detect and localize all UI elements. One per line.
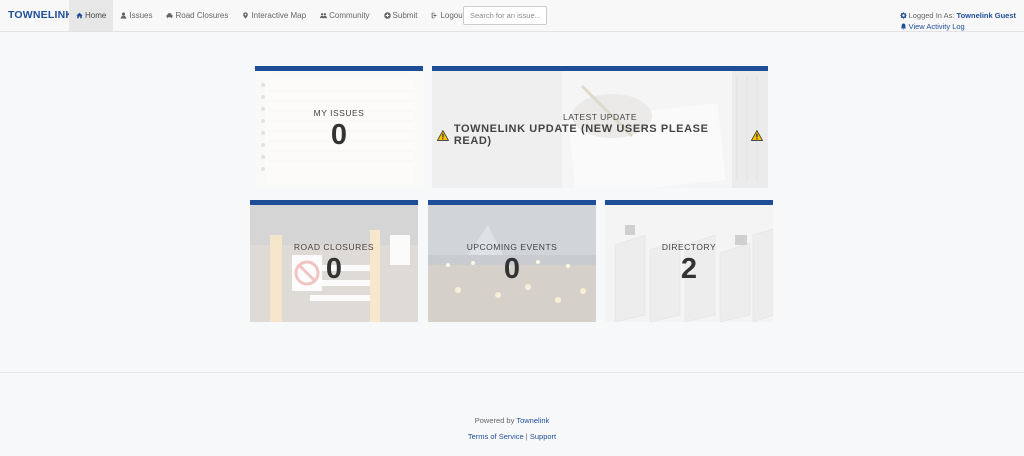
nav-submit-label: Submit [392, 11, 418, 20]
car-icon [166, 13, 173, 19]
directory-card[interactable]: DIRECTORY 2 [605, 200, 773, 322]
nav-interactive-map-label: Interactive Map [251, 11, 307, 20]
logged-in-prefix: Logged In As: [908, 11, 955, 20]
latest-update-headline[interactable]: TOWNELINK UPDATE (NEW USERS PLEASE READ) [432, 123, 768, 147]
road-closures-label: ROAD CLOSURES [293, 241, 375, 252]
users-icon [320, 13, 328, 19]
upcoming-events-count: 0 [503, 252, 521, 285]
powered-by-prefix: Powered by [474, 416, 517, 425]
road-closures-count: 0 [325, 252, 343, 285]
logged-in-row: Logged In As: Townelink Guest [899, 10, 1016, 21]
plus-circle-icon [383, 12, 391, 19]
support-link[interactable]: Support [530, 432, 556, 441]
my-issues-label: MY ISSUES [313, 107, 365, 118]
main-nav: Home Issues Road Closures Interactive Ma… [69, 0, 472, 31]
nav-logout-label: Logout [440, 11, 465, 20]
latest-update-headline-text: TOWNELINK UPDATE (NEW USERS PLEASE READ) [453, 123, 709, 147]
terms-link[interactable]: Terms of Service [468, 432, 524, 441]
search-input[interactable] [463, 6, 547, 25]
activity-log-link[interactable]: View Activity Log [900, 21, 1016, 32]
warning-icon [751, 129, 763, 141]
nav-road-closures-label: Road Closures [175, 11, 229, 20]
upcoming-events-label: UPCOMING EVENTS [466, 241, 558, 252]
latest-update-card[interactable]: LATEST UPDATE TOWNELINK UPDATE (NEW USER… [432, 66, 768, 188]
brand-logo[interactable]: TOWNELINK [8, 9, 73, 21]
nav-interactive-map[interactable]: Interactive Map [235, 0, 313, 31]
upcoming-events-card[interactable]: UPCOMING EVENTS 0 [428, 200, 596, 322]
warning-icon [437, 129, 449, 141]
user-name[interactable]: Townelink Guest [957, 10, 1016, 21]
directory-label: DIRECTORY [661, 241, 717, 252]
map-marker-icon [243, 12, 249, 19]
latest-update-label: LATEST UPDATE [562, 112, 638, 122]
bell-icon [900, 23, 906, 30]
footer-links: Terms of Service | Support [0, 432, 1024, 441]
nav-issues-label: Issues [129, 11, 153, 20]
activity-log-label: View Activity Log [908, 22, 965, 31]
user-icon [121, 12, 127, 19]
nav-community[interactable]: Community [313, 0, 376, 31]
nav-issues[interactable]: Issues [113, 0, 159, 31]
powered-by: Powered by Townelink [0, 416, 1024, 425]
top-navbar: TOWNELINK Home Issues Road Closures Inte… [0, 0, 1024, 32]
home-icon [76, 12, 83, 19]
nav-home-label: Home [85, 11, 107, 20]
footer-divider [0, 372, 1024, 373]
nav-home[interactable]: Home [69, 0, 114, 31]
nav-submit[interactable]: Submit [377, 0, 425, 31]
nav-road-closures[interactable]: Road Closures [159, 0, 235, 31]
nav-community-label: Community [329, 11, 370, 20]
powered-by-link[interactable]: Townelink [516, 416, 549, 425]
sign-out-icon [432, 12, 438, 19]
my-issues-card[interactable]: MY ISSUES 0 [255, 66, 423, 188]
road-closures-card[interactable]: ROAD CLOSURES 0 [250, 200, 418, 322]
directory-count: 2 [680, 252, 698, 285]
user-area: Logged In As: Townelink Guest View Activ… [899, 10, 1016, 32]
gear-icon [899, 12, 907, 19]
my-issues-count: 0 [330, 118, 348, 151]
